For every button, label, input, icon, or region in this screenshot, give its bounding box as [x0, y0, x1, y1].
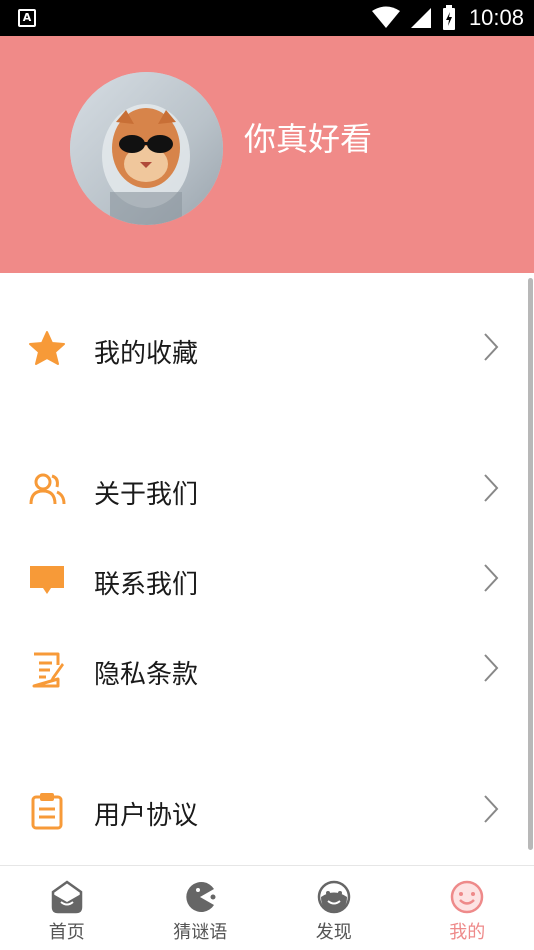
profile-header: 你真好看 [0, 36, 534, 273]
chevron-right-icon [484, 795, 499, 823]
menu-item-label: 关于我们 [94, 480, 199, 510]
menu-item-contact[interactable]: 联系我们 [0, 544, 526, 614]
menu-item-privacy[interactable]: 隐私条款 [0, 634, 526, 704]
menu-item-user-agreement[interactable]: 用户协议 [0, 775, 526, 845]
status-icons: 10:08 [371, 0, 524, 36]
document-edit-icon [32, 652, 64, 688]
wifi-icon [371, 6, 400, 28]
clock: 10:08 [468, 5, 524, 30]
bottom-nav: 首页 猜谜语 发现 我的 [0, 865, 534, 950]
nav-label: 首页 [48, 922, 85, 943]
nav-label: 猜谜语 [173, 922, 228, 943]
home-face-icon [51, 880, 82, 914]
star-icon [29, 331, 65, 365]
discover-face-icon [317, 880, 350, 914]
status-bar: A 10:08 [0, 0, 534, 36]
nav-tab-discover[interactable]: 发现 [267, 866, 401, 950]
nav-tab-home[interactable]: 首页 [0, 866, 134, 950]
menu-item-label: 联系我们 [94, 570, 199, 600]
username: 你真好看 [244, 120, 373, 158]
chevron-right-icon [484, 564, 499, 592]
battery-icon [442, 5, 455, 30]
nav-tab-riddle[interactable]: 猜谜语 [134, 866, 268, 950]
chevron-right-icon [484, 474, 499, 502]
message-icon [30, 566, 64, 594]
menu-item-label: 隐私条款 [94, 660, 199, 690]
chevron-right-icon [484, 333, 499, 361]
avatar-image [70, 72, 223, 225]
nav-tab-mine[interactable]: 我的 [401, 866, 534, 950]
pacman-icon [186, 882, 216, 912]
clipboard-icon [31, 793, 63, 830]
nav-label: 发现 [315, 922, 352, 943]
smile-face-icon [451, 880, 484, 914]
nav-label: 我的 [449, 922, 486, 943]
menu-item-favorites[interactable]: 我的收藏 [0, 313, 526, 383]
menu-list: 我的收藏 关于我们 联系我们 隐私条款 用户协议 [0, 273, 534, 865]
menu-item-label: 我的收藏 [94, 339, 199, 369]
users-icon [29, 473, 66, 505]
menu-item-label: 用户协议 [94, 801, 199, 831]
avatar[interactable] [70, 72, 223, 225]
app-notification-icon: A [18, 9, 36, 27]
menu-item-about[interactable]: 关于我们 [0, 454, 526, 524]
signal-icon [410, 8, 431, 28]
scrollbar[interactable] [528, 278, 533, 850]
chevron-right-icon [484, 654, 499, 682]
